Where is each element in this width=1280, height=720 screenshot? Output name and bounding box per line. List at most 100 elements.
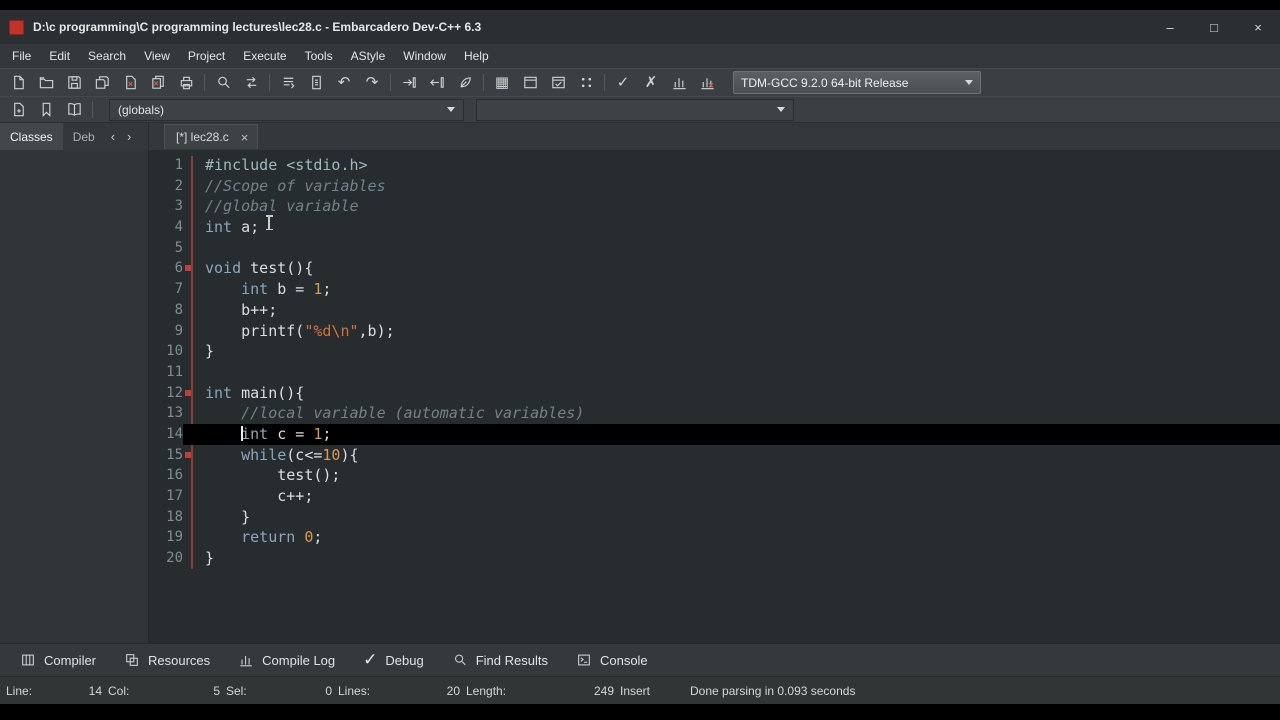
code-line-text[interactable]: int main(){ [183, 383, 1280, 404]
abort-button[interactable]: ✗ [637, 71, 665, 95]
code-line-14[interactable]: 14 int c = 1; [149, 423, 1280, 445]
code-line-17[interactable]: 17 c++; [149, 486, 1280, 507]
menu-window[interactable]: Window [394, 44, 455, 68]
editor-tab-lec28[interactable]: [*] lec28.c × [164, 124, 259, 149]
tab-scroll-left-button[interactable]: ‹ [105, 129, 121, 144]
toolbar-separator [92, 101, 93, 118]
menu-view[interactable]: View [135, 44, 179, 68]
code-line-text[interactable]: } [183, 548, 1280, 569]
code-line-text[interactable]: int a; [183, 217, 1280, 238]
menu-search[interactable]: Search [79, 44, 135, 68]
book-button[interactable] [60, 98, 88, 122]
close-all-button[interactable] [144, 71, 172, 95]
code-line-2[interactable]: 2 //Scope of variables [149, 176, 1280, 197]
code-line-6[interactable]: 6 void test(){ [149, 258, 1280, 279]
open-file-button[interactable] [32, 71, 60, 95]
step-into-button[interactable] [395, 71, 423, 95]
new-file-button[interactable] [4, 71, 32, 95]
code-line-text[interactable]: int b = 1; [183, 279, 1280, 300]
panel-tab-deb[interactable]: Deb [63, 123, 105, 150]
code-line-text[interactable]: c++; [183, 486, 1280, 507]
undo-button[interactable]: ↶ [330, 71, 358, 95]
menu-execute[interactable]: Execute [234, 44, 295, 68]
code-line-10[interactable]: 10} [149, 341, 1280, 362]
replace-button[interactable] [237, 71, 265, 95]
profile-button[interactable] [665, 71, 693, 95]
tab-close-icon[interactable]: × [241, 130, 249, 145]
code-line-5[interactable]: 5 [149, 238, 1280, 259]
members-select[interactable] [476, 98, 794, 121]
code-line-text[interactable]: #include <stdio.h> [183, 155, 1280, 176]
report-tab-resources[interactable]: Resources [110, 644, 224, 676]
maximize-button[interactable]: □ [1192, 10, 1236, 44]
tab-scroll-right-button[interactable]: › [121, 129, 137, 144]
insert-button[interactable] [4, 98, 32, 122]
menu-astyle[interactable]: AStyle [342, 44, 395, 68]
goto-line-button[interactable] [274, 71, 302, 95]
run-button[interactable] [516, 71, 544, 95]
report-tab-console[interactable]: Console [562, 644, 662, 676]
step-out-button[interactable] [423, 71, 451, 95]
menu-file[interactable]: File [3, 44, 40, 68]
chart-icon [240, 656, 252, 667]
code-line-4[interactable]: 4 int a; [149, 217, 1280, 238]
code-line-16[interactable]: 16 test(); [149, 465, 1280, 486]
code-line-text[interactable]: test(); [183, 465, 1280, 486]
code-line-8[interactable]: 8 b++; [149, 300, 1280, 321]
menu-help[interactable]: Help [455, 44, 498, 68]
report-tab-debug[interactable]: ✓ Debug [349, 644, 438, 676]
globals-select[interactable]: (globals) [109, 98, 464, 121]
code-line-9[interactable]: 9 printf("%d\n",b); [149, 321, 1280, 342]
code-line-text[interactable]: return 0; [183, 527, 1280, 548]
bookmark-button[interactable] [32, 98, 60, 122]
save-all-button[interactable] [88, 71, 116, 95]
panel-tab-classes[interactable]: Classes [0, 123, 63, 150]
code-line-13[interactable]: 13 //local variable (automatic variables… [149, 403, 1280, 424]
menu-edit[interactable]: Edit [40, 44, 79, 68]
code-line-text[interactable]: void test(){ [183, 258, 1280, 279]
code-line-20[interactable]: 20} [149, 548, 1280, 569]
report-tab-compile-log[interactable]: Compile Log [224, 644, 349, 676]
rebuild-button[interactable] [572, 71, 600, 95]
menu-tools[interactable]: Tools [296, 44, 342, 68]
code-line-text[interactable]: //global variable [183, 196, 1280, 217]
swap-header-source-button[interactable] [302, 71, 330, 95]
code-line-text[interactable] [183, 362, 1280, 383]
code-line-11[interactable]: 11 [149, 362, 1280, 383]
code-line-12[interactable]: 12 int main(){ [149, 383, 1280, 404]
code-line-text[interactable]: } [183, 507, 1280, 528]
compile-run-button[interactable] [544, 71, 572, 95]
status-panel-lines: Lines: 20 [338, 684, 466, 698]
find-button[interactable] [209, 71, 237, 95]
code-line-text[interactable]: int c = 1; [183, 423, 1280, 445]
code-line-text[interactable]: } [183, 341, 1280, 362]
code-line-text[interactable]: while(c<=10){ [183, 445, 1280, 466]
code-line-text[interactable] [183, 238, 1280, 259]
code-line-3[interactable]: 3 //global variable [149, 196, 1280, 217]
report-tab-compiler[interactable]: Compiler [6, 644, 110, 676]
minimize-button[interactable]: – [1148, 10, 1192, 44]
check-button[interactable]: ✓ [609, 71, 637, 95]
close-button[interactable]: × [1236, 10, 1280, 44]
profile-delete-button[interactable] [693, 71, 721, 95]
code-line-18[interactable]: 18 } [149, 507, 1280, 528]
code-editor[interactable]: 1 #include <stdio.h> 2 //Scope of variables… [149, 150, 1280, 643]
compiler-select[interactable]: TDM-GCC 9.2.0 64-bit Release [733, 71, 981, 94]
menu-project[interactable]: Project [179, 44, 234, 68]
code-line-15[interactable]: 15 while(c<=10){ [149, 445, 1280, 466]
code-line-7[interactable]: 7 int b = 1; [149, 279, 1280, 300]
code-line-19[interactable]: 19 return 0; [149, 527, 1280, 548]
code-line-1[interactable]: 1 #include <stdio.h> [149, 155, 1280, 176]
save-button[interactable] [60, 71, 88, 95]
report-tab-find-results[interactable]: Find Results [438, 644, 562, 676]
redo-button[interactable]: ↷ [358, 71, 386, 95]
close-file-button[interactable] [116, 71, 144, 95]
code-line-text[interactable]: b++; [183, 300, 1280, 321]
code-line-text[interactable]: printf("%d\n",b); [183, 321, 1280, 342]
code-line-text[interactable]: //Scope of variables [183, 176, 1280, 197]
compile-button[interactable]: ▦ [488, 71, 516, 95]
code-token: int [205, 383, 233, 402]
syntax-check-button[interactable] [451, 71, 479, 95]
print-button[interactable] [172, 71, 200, 95]
code-line-text[interactable]: //local variable (automatic variables) [183, 403, 1280, 424]
